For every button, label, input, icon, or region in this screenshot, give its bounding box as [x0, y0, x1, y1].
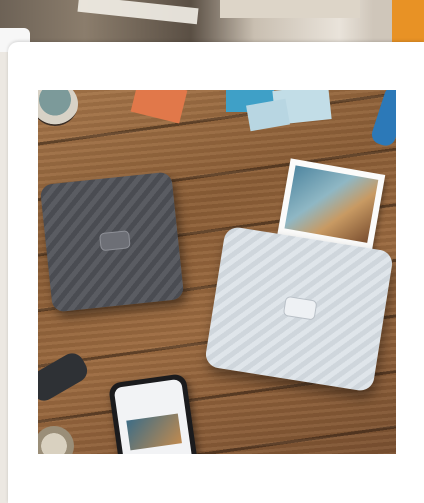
smartphone-image	[107, 373, 199, 454]
background-photo-strip	[0, 0, 424, 46]
product-card	[8, 42, 424, 503]
light-printer-button	[282, 295, 318, 321]
dark-printer-button	[99, 230, 131, 252]
dark-printer-image	[39, 171, 185, 313]
orange-accent-block	[392, 0, 424, 46]
product-photo[interactable]	[38, 90, 396, 454]
smartphone-screen-photo	[126, 413, 182, 451]
smartphone-screen	[113, 378, 194, 454]
background-paper	[77, 0, 199, 25]
instant-photo-image	[284, 165, 379, 243]
light-printer-image	[203, 225, 395, 393]
background-tile	[220, 0, 360, 18]
